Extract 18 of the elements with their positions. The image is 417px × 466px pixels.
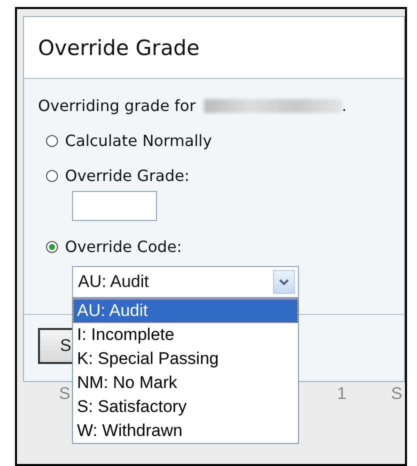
dialog-title: Override Grade [38,36,200,60]
prompt-period: . [342,97,347,115]
dropdown-option[interactable]: W: Withdrawn [73,419,298,443]
radio-label: Override Grade: [65,167,190,185]
dropdown-option[interactable]: AU: Audit [73,299,298,323]
radio-button[interactable] [46,135,58,147]
grade-input[interactable] [72,191,157,221]
dropdown-option[interactable]: NM: No Mark [73,371,298,395]
radio-label: Calculate Normally [65,132,212,150]
calendar-cell-text: S [59,384,72,404]
code-select[interactable]: AU: Audit [72,266,299,298]
prompt-text: Overriding grade for [38,97,196,115]
dropdown-option[interactable]: S: Satisfactory [73,395,298,419]
calendar-cell: S [391,384,402,404]
radio-button[interactable] [46,170,58,182]
calendar-cell-text: 1 [337,384,348,404]
radio-button[interactable] [46,241,58,253]
radio-label: Override Code: [65,238,182,256]
